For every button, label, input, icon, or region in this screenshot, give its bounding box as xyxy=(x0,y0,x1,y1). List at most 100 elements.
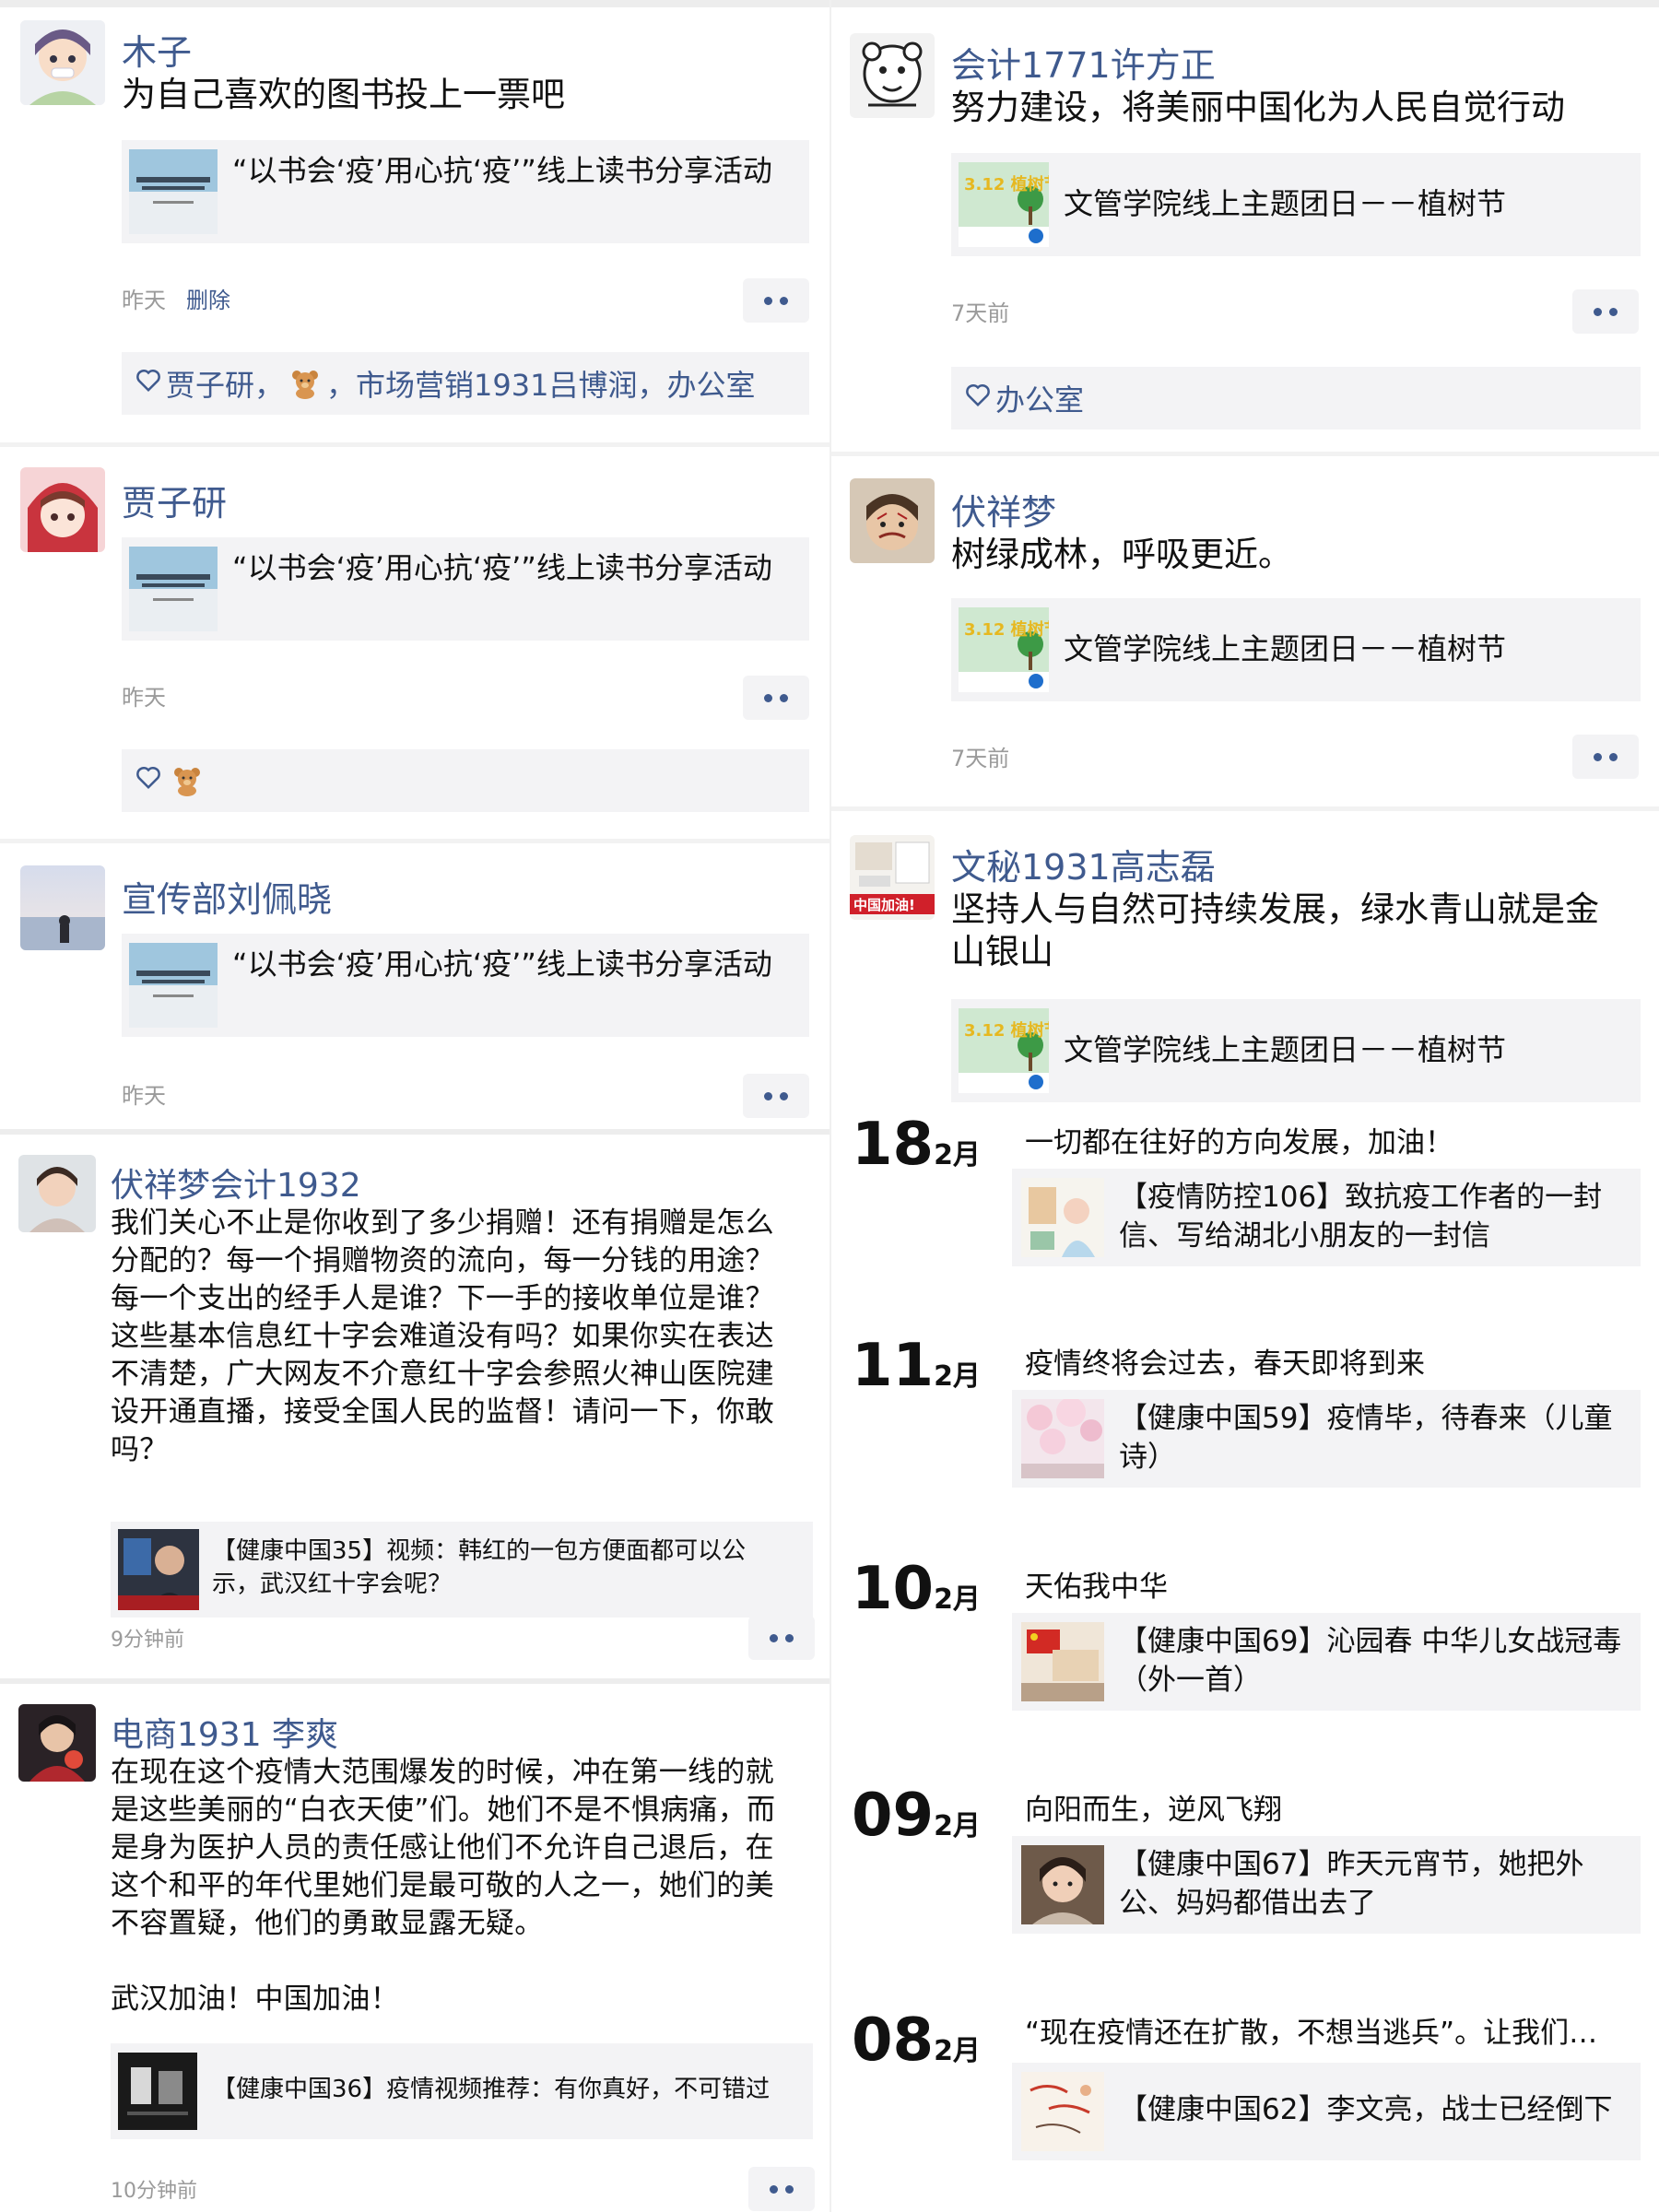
article-thumbnail xyxy=(1021,2072,1104,2151)
timeline-date: 112月 xyxy=(852,1336,981,1406)
likes-names-more[interactable]: ，市场营销1931吕博润，办公室 xyxy=(326,362,755,405)
shared-article-card[interactable]: “以书会‘疫’用心抗‘疫’”线上读书分享活动 xyxy=(122,537,809,641)
shared-article-card[interactable]: 【健康中国69】沁园春 中华儿女战冠毒（外一首） xyxy=(1012,1613,1641,1711)
article-thumbnail xyxy=(1021,1399,1104,1478)
timeline-text: 疫情终将会过去，春天即将到来 xyxy=(1025,1347,1425,1381)
avatar[interactable]: 中国加油! xyxy=(850,835,935,920)
post-time: 10分钟前 xyxy=(111,2180,197,2203)
post-time: 9分钟前 xyxy=(111,1629,184,1652)
article-title: 【疫情防控106】致抗疫工作者的一封信、写给湖北小朋友的一封信 xyxy=(1119,1181,1603,1253)
avatar[interactable] xyxy=(20,865,105,950)
article-thumbnail xyxy=(129,943,218,1028)
feed-post: 会计1771许方正 努力建设，将美丽中国化为人民自觉行动 3.12 植树节 文管… xyxy=(831,0,1659,452)
post-time: 昨天 xyxy=(122,685,166,711)
likes-bar: 办公室 xyxy=(951,367,1641,429)
avatar[interactable] xyxy=(850,478,935,563)
avatar-caption: 中国加油! xyxy=(853,897,915,913)
shared-article-card[interactable]: 【健康中国36】疫情视频推荐：有你真好，不可错过 xyxy=(111,2043,813,2139)
shared-article-card[interactable]: 【疫情防控106】致抗疫工作者的一封信、写给湖北小朋友的一封信 xyxy=(1012,1169,1641,1266)
author-name[interactable]: 会计1771许方正 xyxy=(951,37,1216,88)
timeline-text: 向阳而生，逆风飞翔 xyxy=(1025,1794,1282,1827)
feed-post: 伏祥梦会计1932 我们关心不止是你收到了多少捐赠！还有捐赠是怎么分配的？每一个… xyxy=(0,1135,830,1678)
teddy-bear-icon[interactable] xyxy=(171,765,203,796)
avatar[interactable] xyxy=(20,20,105,105)
timeline-day: 10 xyxy=(852,1555,935,1623)
timeline-text: “现在疫情还在扩散，不想当逃兵”。让我们… xyxy=(1025,2017,1598,2050)
timeline-month: 2月 xyxy=(934,1810,981,1842)
author-name[interactable]: 贾子研 xyxy=(122,475,227,525)
more-actions-button[interactable] xyxy=(743,676,809,720)
timeline-day: 09 xyxy=(852,1782,935,1850)
timeline-entry[interactable]: 102月 天佑我中华 【健康中国69】沁园春 中华儿女战冠毒（外一首） xyxy=(831,1550,1659,1735)
article-title: “以书会‘疫’用心抗‘疫’”线上读书分享活动 xyxy=(232,947,772,982)
heart-icon xyxy=(135,763,162,798)
post-meta: 昨天 删除 xyxy=(122,282,230,314)
timeline-entry[interactable]: 082月 “现在疫情还在扩散，不想当逃兵”。让我们… 【健康中国62】李文亮，战… xyxy=(831,1996,1659,2212)
timeline-month: 2月 xyxy=(934,1583,981,1616)
author-name[interactable]: 伏祥梦会计1932 xyxy=(111,1159,361,1206)
likes-names[interactable]: 贾子研， xyxy=(166,362,284,405)
teddy-bear-icon[interactable] xyxy=(289,368,321,399)
article-thumbnail xyxy=(118,1529,199,1610)
timeline-date: 092月 xyxy=(852,1786,981,1856)
article-title: 【健康中国36】疫情视频推荐：有你真好，不可错过 xyxy=(212,2076,771,2103)
post-text: 坚持人与自然可持续发展，绿水青山就是金山银山 xyxy=(951,889,1599,971)
article-title: 【健康中国59】疫情毕，待春来（儿童诗） xyxy=(1119,1402,1613,1474)
post-time: 7天前 xyxy=(951,746,1010,771)
article-title: 【健康中国69】沁园春 中华儿女战冠毒（外一首） xyxy=(1119,1625,1622,1697)
feed-post: 木子 为自己喜欢的图书投上一票吧 “以书会‘疫’用心抗‘疫’”线上读书分享活动 … xyxy=(0,0,830,442)
author-name[interactable]: 电商1931 李爽 xyxy=(111,1708,338,1756)
author-name[interactable]: 文秘1931高志磊 xyxy=(951,839,1216,889)
post-time: 7天前 xyxy=(951,300,1010,326)
more-actions-button[interactable] xyxy=(743,1074,809,1118)
post-text: 树绿成林，呼吸更近。 xyxy=(951,535,1292,574)
post-text: 为自己喜欢的图书投上一票吧 xyxy=(122,75,565,114)
feed-post: 宣传部刘佩晓 “以书会‘疫’用心抗‘疫’”线上读书分享活动 昨天 xyxy=(0,843,830,1129)
shared-article-card[interactable]: “以书会‘疫’用心抗‘疫’”线上读书分享活动 xyxy=(122,934,809,1037)
post-time: 昨天 xyxy=(122,288,166,313)
more-actions-button[interactable] xyxy=(748,1616,815,1660)
author-name[interactable]: 宣传部刘佩晓 xyxy=(122,871,332,922)
timeline-day: 18 xyxy=(852,1111,935,1179)
likes-names[interactable]: 办公室 xyxy=(995,377,1084,419)
shared-article-card[interactable]: 【健康中国59】疫情毕，待春来（儿童诗） xyxy=(1012,1390,1641,1488)
more-actions-button[interactable] xyxy=(1572,735,1639,779)
article-thumbnail: 3.12 植树节 xyxy=(959,607,1049,692)
article-title: 文管学院线上主题团日－－植树节 xyxy=(1064,631,1507,666)
article-title: “以书会‘疫’用心抗‘疫’”线上读书分享活动 xyxy=(232,153,772,188)
timeline-day: 08 xyxy=(852,2006,935,2075)
shared-article-card[interactable]: 3.12 植树节 文管学院线上主题团日－－植树节 xyxy=(951,598,1641,701)
article-thumbnail: 3.12 植树节 xyxy=(959,1008,1049,1093)
avatar[interactable] xyxy=(850,33,935,118)
thumbnail-text: 3.12 植树节 xyxy=(964,174,1049,194)
more-actions-button[interactable] xyxy=(748,2167,815,2211)
more-actions-button[interactable] xyxy=(743,278,809,323)
timeline-date: 182月 xyxy=(852,1115,981,1185)
feed-post: 伏祥梦 树绿成林，呼吸更近。 3.12 植树节 文管学院线上主题团日－－植树节 … xyxy=(831,456,1659,806)
article-title: 【健康中国62】李文亮，战士已经倒下 xyxy=(1119,2093,1613,2126)
shared-article-card[interactable]: “以书会‘疫’用心抗‘疫’”线上读书分享活动 xyxy=(122,140,809,243)
timeline-month: 2月 xyxy=(934,1139,981,1171)
timeline-entry[interactable]: 112月 疫情终将会过去，春天即将到来 【健康中国59】疫情毕，待春来（儿童诗） xyxy=(831,1327,1659,1512)
author-name[interactable]: 木子 xyxy=(122,24,192,75)
shared-article-card[interactable]: 3.12 植树节 文管学院线上主题团日－－植树节 xyxy=(951,153,1641,256)
article-title: “以书会‘疫’用心抗‘疫’”线上读书分享活动 xyxy=(232,550,772,585)
heart-icon xyxy=(135,366,162,401)
shared-article-card[interactable]: 3.12 植树节 文管学院线上主题团日－－植树节 xyxy=(951,999,1641,1102)
timeline-text: 一切都在往好的方向发展，加油！ xyxy=(1025,1126,1453,1159)
heart-icon xyxy=(964,381,992,416)
delete-link[interactable]: 删除 xyxy=(186,288,230,313)
author-name[interactable]: 伏祥梦 xyxy=(951,484,1056,535)
avatar[interactable] xyxy=(18,1704,96,1782)
shared-article-card[interactable]: 【健康中国35】视频：韩红的一包方便面都可以公示，武汉红十字会呢？ xyxy=(111,1522,813,1618)
timeline-entry[interactable]: 092月 向阳而生，逆风飞翔 【健康中国67】昨天元宵节，她把外公、妈妈都借出去… xyxy=(831,1773,1659,1958)
likes-bar: 贾子研， ，市场营销1931吕博润，办公室 xyxy=(122,352,809,415)
timeline-entry[interactable]: 182月 一切都在往好的方向发展，加油！ 【疫情防控106】致抗疫工作者的一封信… xyxy=(831,1106,1659,1290)
timeline-date: 102月 xyxy=(852,1559,981,1630)
avatar[interactable] xyxy=(18,1155,96,1232)
shared-article-card[interactable]: 【健康中国67】昨天元宵节，她把外公、妈妈都借出去了 xyxy=(1012,1836,1641,1934)
avatar[interactable] xyxy=(20,467,105,552)
feed-post: 中国加油! 文秘1931高志磊 坚持人与自然可持续发展，绿水青山就是金山银山 3… xyxy=(831,811,1659,1106)
more-actions-button[interactable] xyxy=(1572,289,1639,334)
shared-article-card[interactable]: 【健康中国62】李文亮，战士已经倒下 xyxy=(1012,2063,1641,2160)
